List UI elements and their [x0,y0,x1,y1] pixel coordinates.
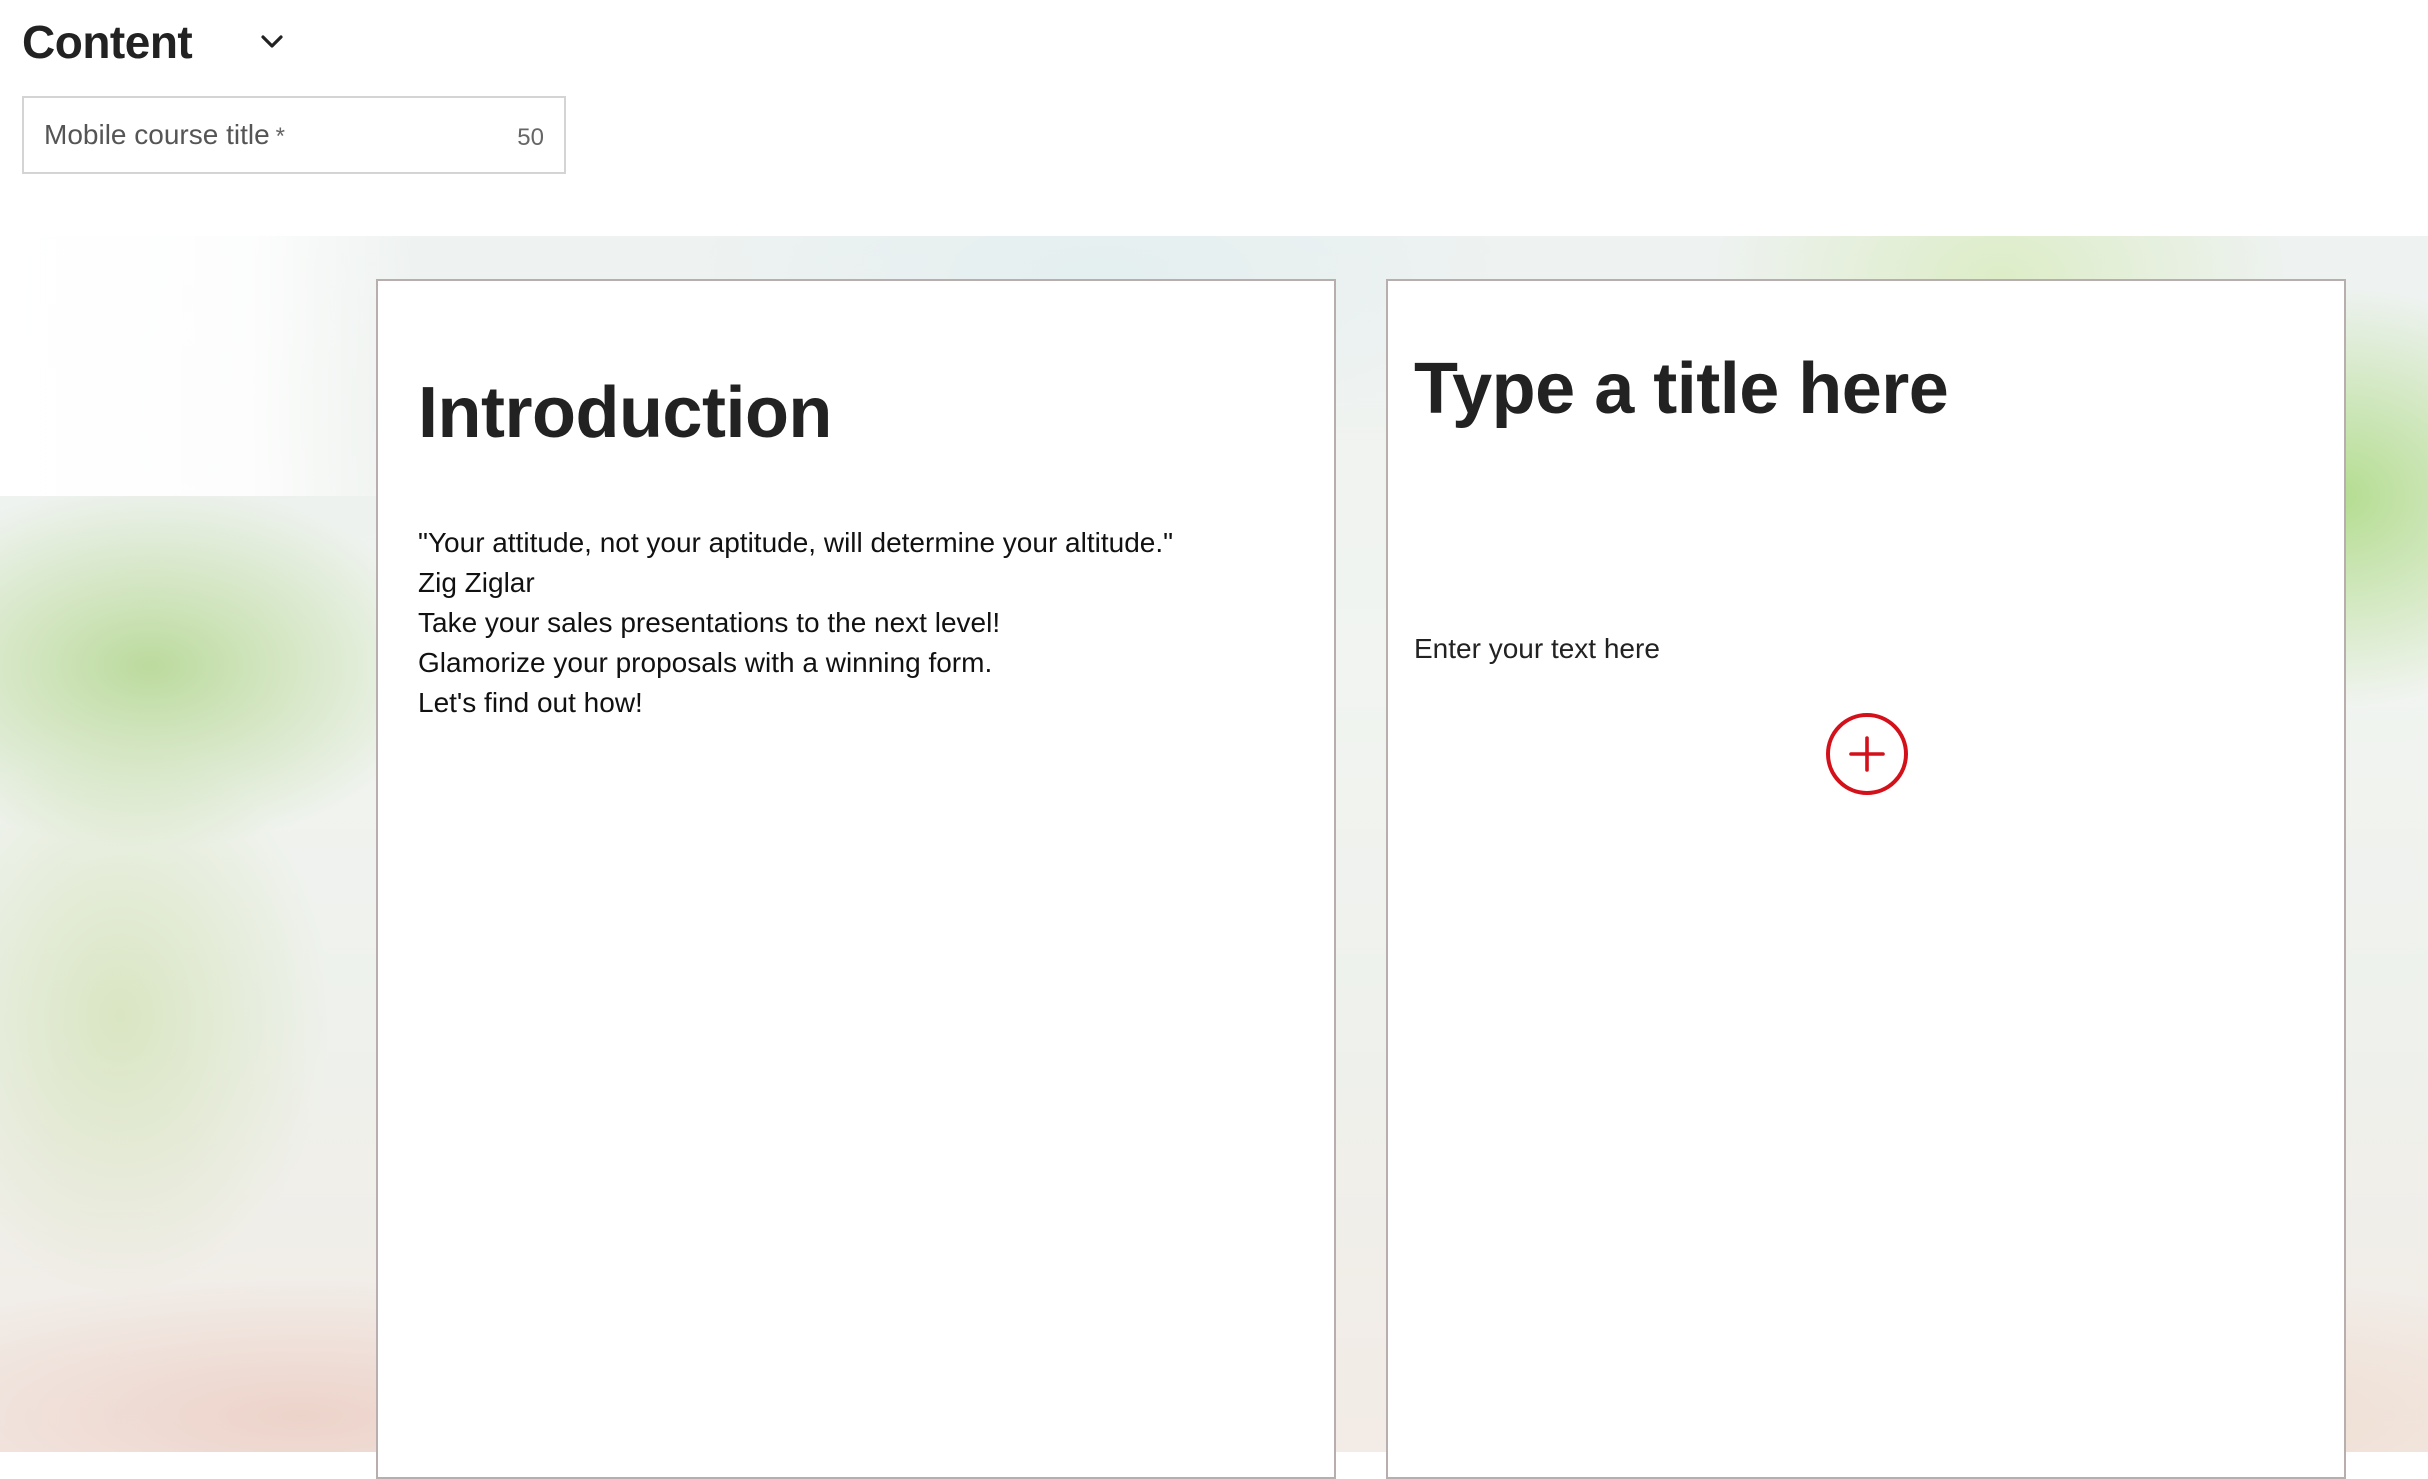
character-counter: 50 [517,124,544,151]
chevron-down-icon [261,35,283,48]
section-title: Content [22,16,193,68]
new-card[interactable]: Type a title here Enter your text here [1386,279,2346,1479]
mobile-course-title-field[interactable]: Mobile course title * 50 [22,96,566,174]
canvas-background-fade [0,236,420,496]
intro-card-heading[interactable]: Introduction [418,377,832,449]
add-content-button[interactable] [1826,713,1908,795]
intro-card-body[interactable]: "Your attitude, not your aptitude, will … [418,523,1278,723]
intro-card-line: Glamorize your proposals with a winning … [418,647,993,678]
plus-icon [1849,736,1885,772]
content-header-row: Content [22,8,193,76]
required-marker: * [275,123,285,150]
intro-card-line: "Your attitude, not your aptitude, will … [418,527,1174,558]
new-card-text-placeholder[interactable]: Enter your text here [1414,629,1660,669]
intro-card-line: Let's find out how! [418,687,643,718]
intro-card[interactable]: Introduction "Your attitude, not your ap… [376,279,1336,1479]
title-field-label: Mobile course title [44,119,270,150]
intro-card-line: Zig Ziglar [418,567,535,598]
new-card-title-placeholder[interactable]: Type a title here [1414,353,1949,425]
content-collapse-toggle[interactable] [248,18,296,66]
intro-card-line: Take your sales presentations to the nex… [418,607,1001,638]
